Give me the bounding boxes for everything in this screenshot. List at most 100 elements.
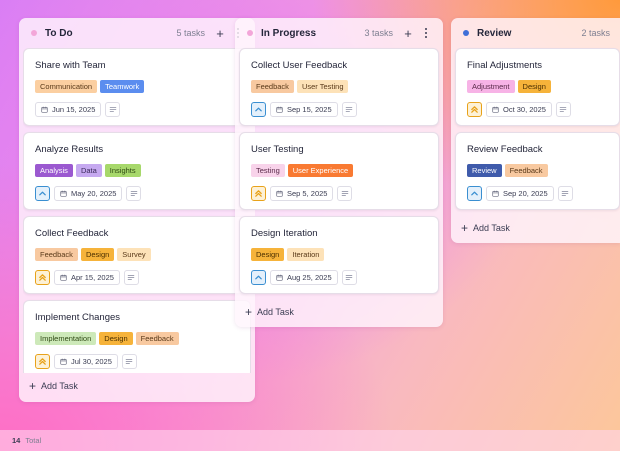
priority-high-icon[interactable] [467, 102, 482, 117]
plus-icon[interactable]: + [401, 26, 415, 40]
tag-list: Communication Teamwork [35, 80, 145, 93]
notes-icon[interactable] [341, 270, 357, 285]
task-card[interactable]: Implement Changes Implementation Design Fe… [23, 300, 251, 373]
calendar-icon [41, 106, 48, 113]
add-task-button[interactable]: + Add Task [461, 222, 510, 234]
task-card[interactable]: Review Feedback Review Feedback Sep 20, 2… [455, 132, 620, 210]
priority-low-icon[interactable] [35, 186, 50, 201]
plus-icon: + [245, 305, 253, 319]
due-date-text: Apr 15, 2025 [71, 273, 114, 282]
tag-list: Analysis Data Insights [35, 164, 141, 177]
due-date-chip[interactable]: Jul 30, 2025 [54, 354, 118, 369]
task-meta: May 20, 2025 [35, 186, 142, 201]
tag-badge: Design [251, 248, 285, 261]
column-status-dot [247, 30, 253, 36]
tag-list: Testing User Experience [251, 164, 354, 177]
due-date-chip[interactable]: Sep 20, 2025 [486, 186, 554, 201]
task-title: Final Adjustments [467, 60, 542, 71]
tag-badge: Adjustment [467, 80, 515, 93]
calendar-icon [276, 106, 283, 113]
more-options-icon[interactable] [419, 26, 433, 40]
task-title: Share with Team [35, 60, 106, 71]
due-date-chip[interactable]: Oct 30, 2025 [486, 102, 552, 117]
task-card[interactable]: Design Iteration Design Iteration Aug 25,… [239, 216, 439, 294]
column-review: Review 2 tasks Final Adjustments Adjustm… [451, 18, 620, 243]
priority-high-icon[interactable] [35, 270, 50, 285]
column-task-count: 3 tasks [364, 28, 393, 38]
card-list: Share with Team Communication Teamwork Ju… [23, 48, 251, 373]
task-card[interactable]: Analyze Results Analysis Data Insights May… [23, 132, 251, 210]
due-date-chip[interactable]: Aug 25, 2025 [270, 270, 338, 285]
task-meta: Jun 15, 2025 [35, 102, 121, 117]
due-date-chip[interactable]: May 20, 2025 [54, 186, 123, 201]
task-card[interactable]: User Testing Testing User Experience Sep … [239, 132, 439, 210]
task-card[interactable]: Share with Team Communication Teamwork Ju… [23, 48, 251, 126]
add-task-button[interactable]: + Add Task [29, 380, 78, 392]
column-title: To Do [45, 27, 73, 39]
notes-icon[interactable] [341, 102, 357, 117]
tag-list: Feedback User Testing [251, 80, 349, 93]
total-label: Total [25, 436, 42, 445]
tag-badge: Iteration [287, 248, 325, 261]
column-task-count: 5 tasks [176, 28, 205, 38]
due-date-chip[interactable]: Sep 5, 2025 [270, 186, 334, 201]
notes-icon[interactable] [105, 102, 121, 117]
tag-badge: Teamwork [100, 80, 145, 93]
priority-high-icon[interactable] [35, 354, 50, 369]
task-meta: Apr 15, 2025 [35, 270, 139, 285]
notes-icon[interactable] [337, 186, 353, 201]
due-date-chip[interactable]: Sep 15, 2025 [270, 102, 338, 117]
priority-low-icon[interactable] [251, 102, 266, 117]
task-title: User Testing [251, 144, 304, 155]
task-meta: Oct 30, 2025 [467, 102, 571, 117]
column-todo: To Do 5 tasks + Share with Team Communic… [19, 18, 255, 402]
notes-icon[interactable] [126, 186, 142, 201]
column-header: To Do 5 tasks + [19, 18, 255, 48]
due-date-text: Oct 30, 2025 [503, 105, 546, 114]
column-status-dot [31, 30, 37, 36]
due-date-text: May 20, 2025 [71, 189, 117, 198]
tag-badge: Communication [35, 80, 98, 93]
due-date-text: Sep 20, 2025 [503, 189, 548, 198]
notes-icon[interactable] [555, 102, 571, 117]
tag-badge: Feedback [251, 80, 294, 93]
tag-badge: Review [467, 164, 502, 177]
due-date-chip[interactable]: Jun 15, 2025 [35, 102, 102, 117]
tag-badge: Analysis [35, 164, 73, 177]
kanban-board: To Do 5 tasks + Share with Team Communic… [0, 0, 620, 430]
due-date-text: Jun 15, 2025 [52, 105, 96, 114]
column-in-progress: In Progress 3 tasks + Collect User Feedb… [235, 18, 443, 327]
total-task-count: 14 [12, 436, 21, 445]
calendar-icon [276, 190, 283, 197]
add-task-button[interactable]: + Add Task [245, 306, 294, 318]
task-card[interactable]: Collect User Feedback Feedback User Testi… [239, 48, 439, 126]
task-title: Implement Changes [35, 312, 121, 323]
tag-badge: Testing [251, 164, 285, 177]
priority-low-icon[interactable] [467, 186, 482, 201]
column-header: Review 2 tasks [451, 18, 620, 48]
calendar-icon [60, 274, 67, 281]
priority-high-icon[interactable] [251, 186, 266, 201]
priority-low-icon[interactable] [251, 270, 266, 285]
task-title: Analyze Results [35, 144, 104, 155]
add-task-label: Add Task [473, 223, 510, 233]
notes-icon[interactable] [123, 270, 139, 285]
notes-icon[interactable] [557, 186, 573, 201]
column-title: Review [477, 27, 512, 39]
tag-badge: Design [99, 332, 133, 345]
plus-icon: + [461, 221, 469, 235]
task-meta: Jul 30, 2025 [35, 354, 137, 369]
tag-list: Feedback Design Survey [35, 248, 151, 261]
due-date-chip[interactable]: Apr 15, 2025 [54, 270, 120, 285]
task-title: Collect User Feedback [251, 60, 348, 71]
notes-icon[interactable] [121, 354, 137, 369]
task-card[interactable]: Collect Feedback Feedback Design Survey Ap… [23, 216, 251, 294]
task-meta: Sep 5, 2025 [251, 186, 353, 201]
task-meta: Aug 25, 2025 [251, 270, 357, 285]
tag-badge: Insights [104, 164, 141, 177]
plus-icon[interactable]: + [213, 26, 227, 40]
calendar-icon [60, 190, 67, 197]
task-card[interactable]: Final Adjustments Adjustment Design Oct 3… [455, 48, 620, 126]
tag-badge: Design [80, 248, 115, 261]
task-meta: Sep 20, 2025 [467, 186, 573, 201]
